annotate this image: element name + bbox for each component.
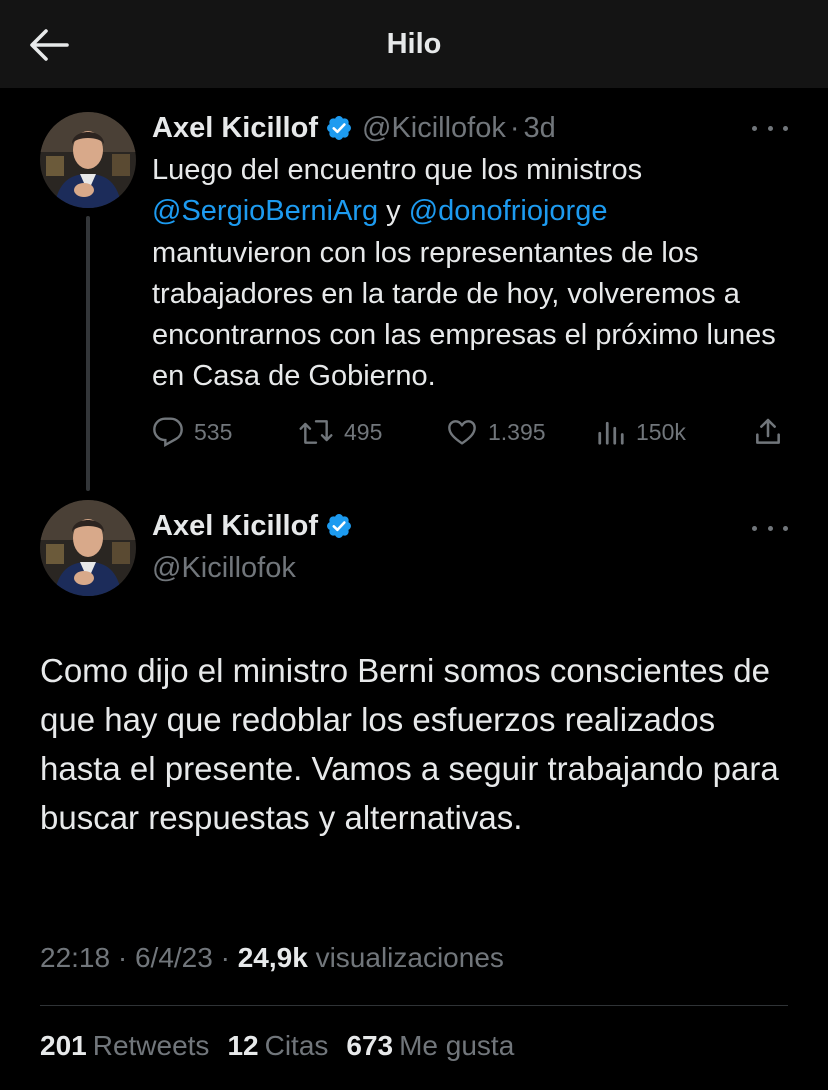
- engagement-stats: 201 Retweets 12 Citas 673 Me gusta: [40, 1030, 532, 1062]
- tweet-text-part: Luego del encuentro que los ministros: [152, 154, 643, 186]
- retweets-stat[interactable]: 201 Retweets: [40, 1030, 209, 1062]
- retweets-count: 201: [40, 1030, 87, 1061]
- thread-connector-line: [86, 216, 90, 491]
- divider: [40, 1005, 788, 1006]
- verified-badge-icon: [327, 514, 351, 538]
- views-chart-icon: [598, 421, 624, 445]
- views-count: 150k: [636, 418, 686, 445]
- parent-tweet-header: Axel Kicillof @Kicillofok · 3d: [152, 108, 556, 148]
- avatar-image: [40, 500, 136, 596]
- tweet-time[interactable]: 22:18: [40, 942, 110, 973]
- parent-tweet-text: Luego del encuentro que los ministros @S…: [152, 150, 802, 398]
- tweet-date[interactable]: 6/4/23: [135, 942, 213, 973]
- mention-link[interactable]: @SergioBerniArg: [152, 195, 378, 227]
- views-button[interactable]: 150k: [596, 414, 686, 450]
- verified-badge-icon: [327, 116, 351, 140]
- reply-count: 535: [194, 418, 233, 445]
- author-name[interactable]: Axel Kicillof: [152, 112, 318, 145]
- reply-button[interactable]: 535: [152, 414, 232, 450]
- main-tweet-text: Como dijo el ministro Berni somos consci…: [40, 652, 779, 836]
- retweet-button[interactable]: 495: [298, 414, 382, 450]
- separator-dot: ·: [220, 942, 230, 973]
- author-name[interactable]: Axel Kicillof: [152, 510, 318, 543]
- likes-stat[interactable]: 673 Me gusta: [346, 1030, 514, 1062]
- page-title: Hilo: [386, 28, 442, 60]
- likes-label: Me gusta: [399, 1030, 515, 1061]
- quotes-label: Citas: [264, 1030, 329, 1061]
- avatar[interactable]: [40, 500, 136, 596]
- quotes-stat[interactable]: 12 Citas: [227, 1030, 328, 1062]
- author-handle[interactable]: @Kicillofok: [152, 552, 296, 585]
- share-icon: [756, 418, 780, 444]
- retweet-icon: [299, 420, 333, 444]
- like-count: 1.395: [488, 418, 546, 445]
- avatar-image: [40, 112, 136, 208]
- retweets-label: Retweets: [92, 1030, 210, 1061]
- author-handle[interactable]: @Kicillofok: [362, 112, 506, 145]
- heart-icon: [448, 420, 476, 445]
- avatar[interactable]: [40, 112, 136, 208]
- tweet-time[interactable]: 3d: [524, 112, 556, 145]
- separator-dot: ·: [509, 111, 520, 144]
- views-label: visualizaciones: [315, 942, 504, 973]
- share-button[interactable]: [752, 414, 784, 450]
- more-options-button[interactable]: [752, 518, 788, 538]
- main-tweet-header: Axel Kicillof: [152, 506, 353, 546]
- reply-icon: [153, 417, 183, 448]
- like-button[interactable]: 1.395: [446, 414, 546, 450]
- separator-dot: ·: [117, 942, 128, 973]
- more-options-button[interactable]: [752, 118, 788, 138]
- quotes-count: 12: [227, 1030, 259, 1061]
- top-bar: Hilo: [0, 0, 828, 88]
- tweet-text-part: mantuvieron con los representantes de lo…: [152, 236, 776, 393]
- likes-count: 673: [346, 1030, 394, 1061]
- main-tweet-handle-row: @Kicillofok: [152, 548, 296, 588]
- tweet-meta: 22:18 · 6/4/23 · 24,9k visualizaciones: [40, 942, 504, 974]
- views-count: 24,9k: [237, 942, 308, 973]
- retweet-count: 495: [344, 418, 383, 445]
- mention-link[interactable]: @donofriojorge: [409, 195, 608, 227]
- tweet-text-part: y: [378, 195, 409, 228]
